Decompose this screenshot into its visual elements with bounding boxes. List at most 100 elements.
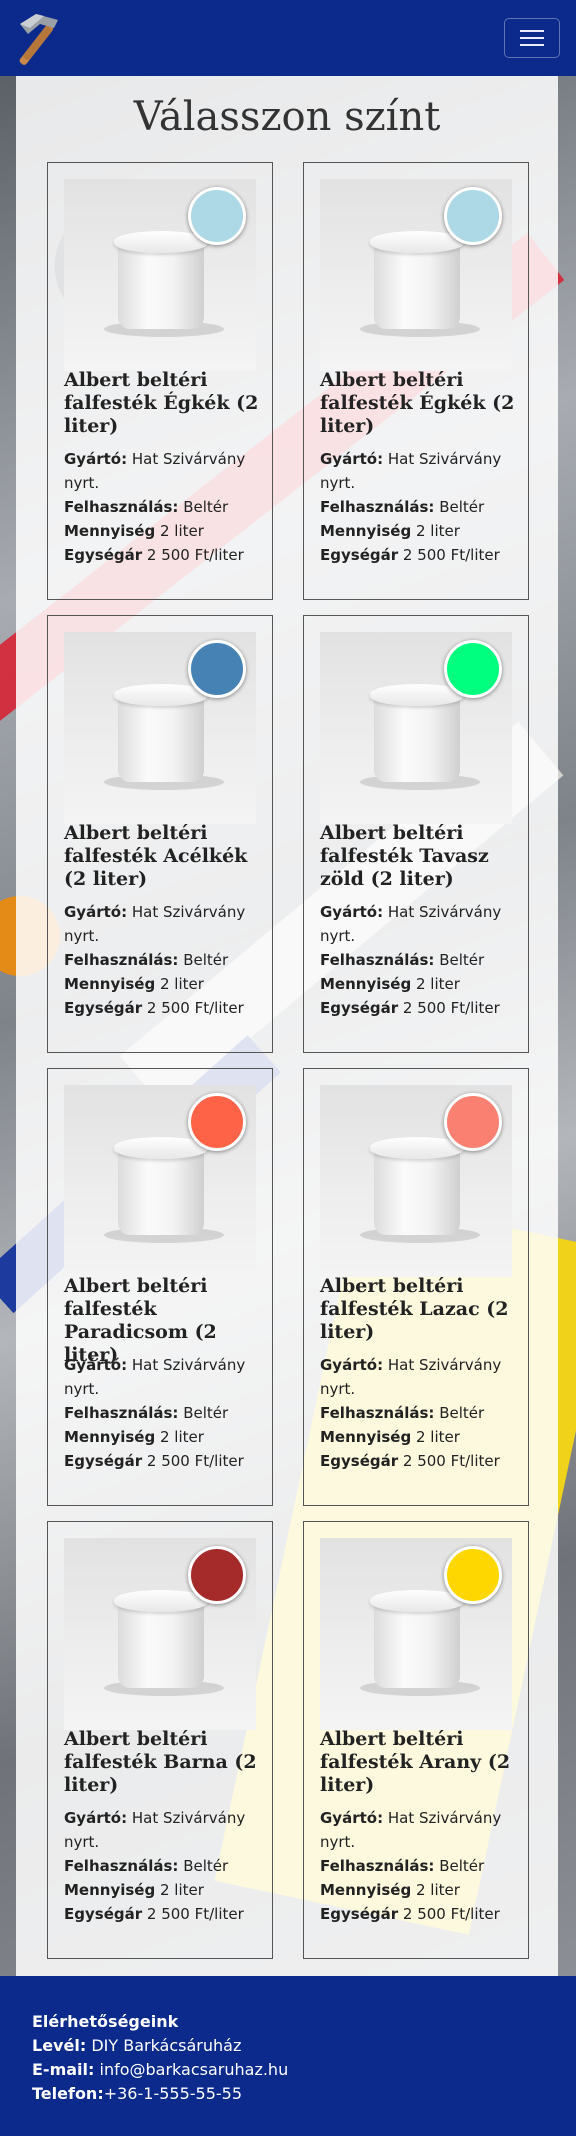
product-name[interactable]: Albert beltéri falfesték Arany (2 liter) bbox=[320, 1728, 520, 1797]
manufacturer-row: Gyártó: Hat Szivárvány nyrt. bbox=[64, 1806, 264, 1854]
main-content: Válasszon színt Albert beltéri falfesték… bbox=[16, 76, 558, 1976]
product-details: Gyártó: Hat Szivárvány nyrt. Felhasználás… bbox=[320, 1353, 520, 1473]
hammer-icon[interactable] bbox=[14, 10, 66, 66]
manufacturer-row: Gyártó: Hat Szivárvány nyrt. bbox=[320, 1353, 520, 1401]
quantity-value: 2 liter bbox=[416, 975, 460, 993]
product-image[interactable] bbox=[64, 1538, 256, 1730]
footer-email-link[interactable]: info@barkacsaruhaz.hu bbox=[100, 2060, 289, 2079]
product-details: Gyártó: Hat Szivárvány nyrt. Felhasználás… bbox=[64, 447, 264, 567]
product-card[interactable]: Albert beltéri falfesték Égkék (2 liter)… bbox=[47, 162, 273, 600]
footer-email: E-mail: info@barkacsaruhaz.hu bbox=[32, 2058, 288, 2082]
product-image[interactable] bbox=[320, 632, 512, 824]
usage-row: Felhasználás: Beltér bbox=[64, 948, 264, 972]
product-details: Gyártó: Hat Szivárvány nyrt. Felhasználás… bbox=[320, 1806, 520, 1926]
quantity-label: Mennyiség bbox=[64, 975, 156, 993]
footer: Elérhetőségeink Levél: DIY Barkácsáruház… bbox=[0, 1976, 576, 2136]
quantity-row: Mennyiség 2 liter bbox=[64, 1878, 264, 1902]
footer-mail-label: Levél: bbox=[32, 2036, 87, 2055]
footer-email-label: E-mail: bbox=[32, 2060, 95, 2079]
product-name[interactable]: Albert beltéri falfesték Égkék (2 liter) bbox=[320, 369, 520, 438]
color-swatch bbox=[188, 1093, 246, 1151]
product-image[interactable] bbox=[64, 632, 256, 824]
quantity-row: Mennyiség 2 liter bbox=[64, 1425, 264, 1449]
quantity-row: Mennyiség 2 liter bbox=[64, 972, 264, 996]
product-card[interactable]: Albert beltéri falfesték Barna (2 liter)… bbox=[47, 1521, 273, 1959]
footer-phone-label: Telefon: bbox=[32, 2084, 104, 2103]
unit-price-label: Egységár bbox=[64, 1905, 143, 1923]
quantity-label: Mennyiség bbox=[320, 1428, 412, 1446]
color-swatch bbox=[188, 187, 246, 245]
usage-label: Felhasználás: bbox=[320, 1404, 435, 1422]
quantity-value: 2 liter bbox=[416, 1881, 460, 1899]
color-swatch bbox=[444, 640, 502, 698]
unit-price-row: Egységár 2 500 Ft/liter bbox=[320, 543, 520, 567]
product-name[interactable]: Albert beltéri falfesték Tavasz zöld (2 … bbox=[320, 822, 520, 891]
quantity-row: Mennyiség 2 liter bbox=[320, 519, 520, 543]
unit-price-value: 2 500 Ft/liter bbox=[146, 1452, 244, 1470]
quantity-label: Mennyiség bbox=[320, 522, 412, 540]
usage-value: Beltér bbox=[183, 1857, 229, 1875]
quantity-value: 2 liter bbox=[160, 1428, 204, 1446]
quantity-value: 2 liter bbox=[160, 975, 204, 993]
unit-price-row: Egységár 2 500 Ft/liter bbox=[320, 996, 520, 1020]
manufacturer-row: Gyártó: Hat Szivárvány nyrt. bbox=[64, 447, 264, 495]
manufacturer-row: Gyártó: Hat Szivárvány nyrt. bbox=[64, 1353, 264, 1401]
product-card[interactable]: Albert beltéri falfesték Acélkék (2 lite… bbox=[47, 615, 273, 1053]
usage-row: Felhasználás: Beltér bbox=[64, 495, 264, 519]
usage-label: Felhasználás: bbox=[320, 951, 435, 969]
unit-price-label: Egységár bbox=[64, 1452, 143, 1470]
footer-mail-value: DIY Barkácsáruház bbox=[91, 2036, 242, 2055]
unit-price-label: Egységár bbox=[320, 1905, 399, 1923]
product-image[interactable] bbox=[64, 179, 256, 371]
product-card[interactable]: Albert beltéri falfesték Paradicsom (2 l… bbox=[47, 1068, 273, 1506]
usage-row: Felhasználás: Beltér bbox=[320, 495, 520, 519]
usage-label: Felhasználás: bbox=[64, 1857, 179, 1875]
product-name[interactable]: Albert beltéri falfesték Acélkék (2 lite… bbox=[64, 822, 264, 891]
product-card[interactable]: Albert beltéri falfesték Égkék (2 liter)… bbox=[303, 162, 529, 600]
product-name[interactable]: Albert beltéri falfesték Égkék (2 liter) bbox=[64, 369, 264, 438]
usage-label: Felhasználás: bbox=[64, 498, 179, 516]
product-image[interactable] bbox=[64, 1085, 256, 1277]
product-image[interactable] bbox=[320, 1538, 512, 1730]
quantity-value: 2 liter bbox=[160, 522, 204, 540]
navbar bbox=[0, 0, 576, 76]
product-image[interactable] bbox=[320, 1085, 512, 1277]
product-image[interactable] bbox=[320, 179, 512, 371]
usage-value: Beltér bbox=[183, 1404, 229, 1422]
product-card[interactable]: Albert beltéri falfesték Lazac (2 liter)… bbox=[303, 1068, 529, 1506]
product-name[interactable]: Albert beltéri falfesték Lazac (2 liter) bbox=[320, 1275, 520, 1344]
manufacturer-label: Gyártó: bbox=[64, 1356, 128, 1374]
manufacturer-label: Gyártó: bbox=[64, 450, 128, 468]
product-details: Gyártó: Hat Szivárvány nyrt. Felhasználás… bbox=[64, 900, 264, 1020]
unit-price-value: 2 500 Ft/liter bbox=[402, 999, 500, 1017]
unit-price-value: 2 500 Ft/liter bbox=[402, 1452, 500, 1470]
unit-price-row: Egységár 2 500 Ft/liter bbox=[64, 1902, 264, 1926]
manufacturer-label: Gyártó: bbox=[64, 903, 128, 921]
quantity-row: Mennyiség 2 liter bbox=[320, 1425, 520, 1449]
footer-mail: Levél: DIY Barkácsáruház bbox=[32, 2034, 241, 2058]
unit-price-label: Egységár bbox=[320, 1452, 399, 1470]
usage-label: Felhasználás: bbox=[64, 951, 179, 969]
usage-label: Felhasználás: bbox=[320, 1857, 435, 1875]
page-title: Válasszon színt bbox=[133, 94, 441, 140]
quantity-label: Mennyiség bbox=[320, 975, 412, 993]
product-card[interactable]: Albert beltéri falfesték Arany (2 liter)… bbox=[303, 1521, 529, 1959]
unit-price-label: Egységár bbox=[64, 546, 143, 564]
unit-price-value: 2 500 Ft/liter bbox=[146, 999, 244, 1017]
unit-price-value: 2 500 Ft/liter bbox=[402, 1905, 500, 1923]
quantity-value: 2 liter bbox=[160, 1881, 204, 1899]
usage-label: Felhasználás: bbox=[320, 498, 435, 516]
quantity-label: Mennyiség bbox=[64, 1881, 156, 1899]
product-card[interactable]: Albert beltéri falfesték Tavasz zöld (2 … bbox=[303, 615, 529, 1053]
unit-price-row: Egységár 2 500 Ft/liter bbox=[64, 1449, 264, 1473]
quantity-row: Mennyiség 2 liter bbox=[64, 519, 264, 543]
manufacturer-label: Gyártó: bbox=[320, 1356, 384, 1374]
quantity-value: 2 liter bbox=[416, 522, 460, 540]
unit-price-value: 2 500 Ft/liter bbox=[146, 1905, 244, 1923]
product-name[interactable]: Albert beltéri falfesték Barna (2 liter) bbox=[64, 1728, 264, 1797]
footer-phone: Telefon:+36-1-555-55-55 bbox=[32, 2082, 242, 2106]
usage-value: Beltér bbox=[439, 1857, 485, 1875]
product-details: Gyártó: Hat Szivárvány nyrt. Felhasználás… bbox=[320, 447, 520, 567]
hamburger-menu-icon[interactable] bbox=[504, 18, 560, 58]
unit-price-row: Egységár 2 500 Ft/liter bbox=[64, 996, 264, 1020]
